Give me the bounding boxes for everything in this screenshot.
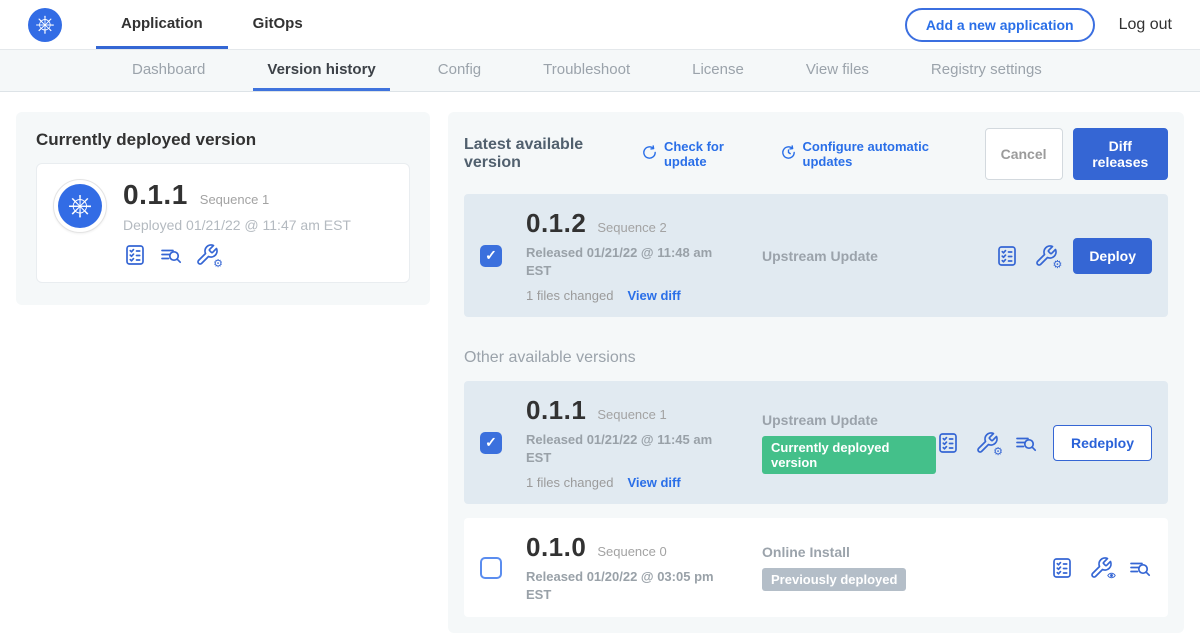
version-row-0-1-1: 0.1.1 Sequence 1 Released 01/21/22 @ 11:…	[464, 381, 1168, 504]
available-versions-panel: Latest available version Check for updat…	[448, 112, 1184, 633]
view-diff-link[interactable]: View diff	[627, 475, 680, 490]
files-changed-label: 1 files changed	[526, 475, 613, 490]
config-wrench-gear-icon[interactable]: ⚙	[1034, 244, 1058, 268]
tab-gitops[interactable]: GitOps	[228, 0, 328, 49]
released-timestamp: Released 01/21/22 @ 11:48 am EST	[526, 244, 726, 279]
latest-version-title: Latest available version	[464, 136, 627, 172]
logs-icon[interactable]	[1128, 556, 1152, 580]
preflight-checklist-icon[interactable]	[936, 431, 960, 455]
sequence-label: Sequence 1	[597, 407, 666, 422]
subnav-tab-version-history[interactable]: Version history	[253, 50, 389, 91]
version-info: 0.1.0 Sequence 0 Released 01/20/22 @ 03:…	[526, 532, 762, 603]
topnav-right: Add a new application Log out	[905, 0, 1172, 49]
configure-automatic-updates-link[interactable]: Configure automatic updates	[780, 139, 963, 169]
config-wrench-eye-icon[interactable]	[1089, 556, 1113, 580]
deployed-sequence-label: Sequence 1	[200, 192, 269, 207]
subnav-tab-view-files[interactable]: View files	[792, 50, 883, 91]
version-source: Online Install Previously deployed	[762, 544, 1050, 591]
version-actions: ⚙ Redeploy	[936, 425, 1152, 461]
brand	[28, 0, 62, 49]
diff-releases-button[interactable]: Diff releases	[1073, 128, 1168, 180]
version-checkbox[interactable]	[480, 557, 502, 579]
previously-deployed-badge: Previously deployed	[762, 568, 906, 591]
currently-deployed-panel: Currently deployed version 0.1.1 Sequenc…	[16, 112, 430, 305]
subnav-tab-dashboard[interactable]: Dashboard	[118, 50, 219, 91]
redeploy-button[interactable]: Redeploy	[1053, 425, 1152, 461]
kubernetes-logo-icon	[28, 8, 62, 42]
version-actions: ⚙ Deploy	[995, 238, 1152, 274]
topnav-tabs: Application GitOps	[96, 0, 328, 49]
latest-version-header: Latest available version Check for updat…	[464, 128, 1168, 180]
logs-icon[interactable]	[1014, 431, 1038, 455]
deploy-button[interactable]: Deploy	[1073, 238, 1152, 274]
released-timestamp: Released 01/20/22 @ 03:05 pm EST	[526, 568, 726, 603]
app-subnav: Dashboard Version history Config Trouble…	[0, 50, 1200, 92]
currently-deployed-title: Currently deployed version	[36, 130, 410, 150]
version-row-0-1-0: 0.1.0 Sequence 0 Released 01/20/22 @ 03:…	[464, 518, 1168, 617]
version-source: Upstream Update	[762, 248, 995, 264]
preflight-checklist-icon[interactable]	[1050, 556, 1074, 580]
version-number: 0.1.0	[526, 532, 586, 563]
sequence-label: Sequence 0	[597, 544, 666, 559]
deployed-version-card: 0.1.1 Sequence 1 Deployed 01/21/22 @ 11:…	[36, 163, 410, 283]
subnav-tab-license[interactable]: License	[678, 50, 758, 91]
currently-deployed-badge: Currently deployed version	[762, 436, 936, 474]
check-for-update-link[interactable]: Check for update	[641, 139, 758, 169]
version-info: 0.1.1 Sequence 1 Released 01/21/22 @ 11:…	[526, 395, 762, 490]
version-number: 0.1.2	[526, 208, 586, 239]
other-versions-title: Other available versions	[464, 349, 1168, 367]
subnav-tab-config[interactable]: Config	[424, 50, 495, 91]
deployed-version-number: 0.1.1	[123, 179, 188, 211]
config-wrench-gear-icon[interactable]: ⚙	[975, 431, 999, 455]
logs-icon[interactable]	[159, 243, 183, 267]
version-source: Upstream Update Currently deployed versi…	[762, 412, 936, 474]
refresh-icon	[641, 144, 658, 164]
subnav-tab-troubleshoot[interactable]: Troubleshoot	[529, 50, 644, 91]
version-checkbox[interactable]	[480, 432, 502, 454]
files-changed-label: 1 files changed	[526, 288, 613, 303]
preflight-checklist-icon[interactable]	[995, 244, 1019, 268]
version-info: 0.1.2 Sequence 2 Released 01/21/22 @ 11:…	[526, 208, 762, 303]
cancel-button[interactable]: Cancel	[985, 128, 1063, 180]
config-wrench-gear-icon[interactable]: ⚙	[195, 243, 219, 267]
kubernetes-app-icon	[58, 184, 102, 228]
add-application-button[interactable]: Add a new application	[905, 8, 1095, 42]
version-row-0-1-2: 0.1.2 Sequence 2 Released 01/21/22 @ 11:…	[464, 194, 1168, 317]
app-logo-ring	[53, 179, 107, 233]
released-timestamp: Released 01/21/22 @ 11:45 am EST	[526, 431, 726, 466]
sequence-label: Sequence 2	[597, 220, 666, 235]
version-number: 0.1.1	[526, 395, 586, 426]
top-navbar: Application GitOps Add a new application…	[0, 0, 1200, 50]
version-actions	[1050, 556, 1152, 580]
view-diff-link[interactable]: View diff	[627, 288, 680, 303]
logout-link[interactable]: Log out	[1119, 16, 1172, 34]
version-checkbox[interactable]	[480, 245, 502, 267]
tab-application[interactable]: Application	[96, 0, 228, 49]
deployed-timestamp: Deployed 01/21/22 @ 11:47 am EST	[123, 217, 351, 233]
main-content: Currently deployed version 0.1.1 Sequenc…	[0, 92, 1200, 633]
clock-refresh-icon	[780, 144, 797, 164]
deployed-version-info: 0.1.1 Sequence 1 Deployed 01/21/22 @ 11:…	[123, 179, 351, 267]
subnav-tab-registry-settings[interactable]: Registry settings	[917, 50, 1056, 91]
preflight-checklist-icon[interactable]	[123, 243, 147, 267]
